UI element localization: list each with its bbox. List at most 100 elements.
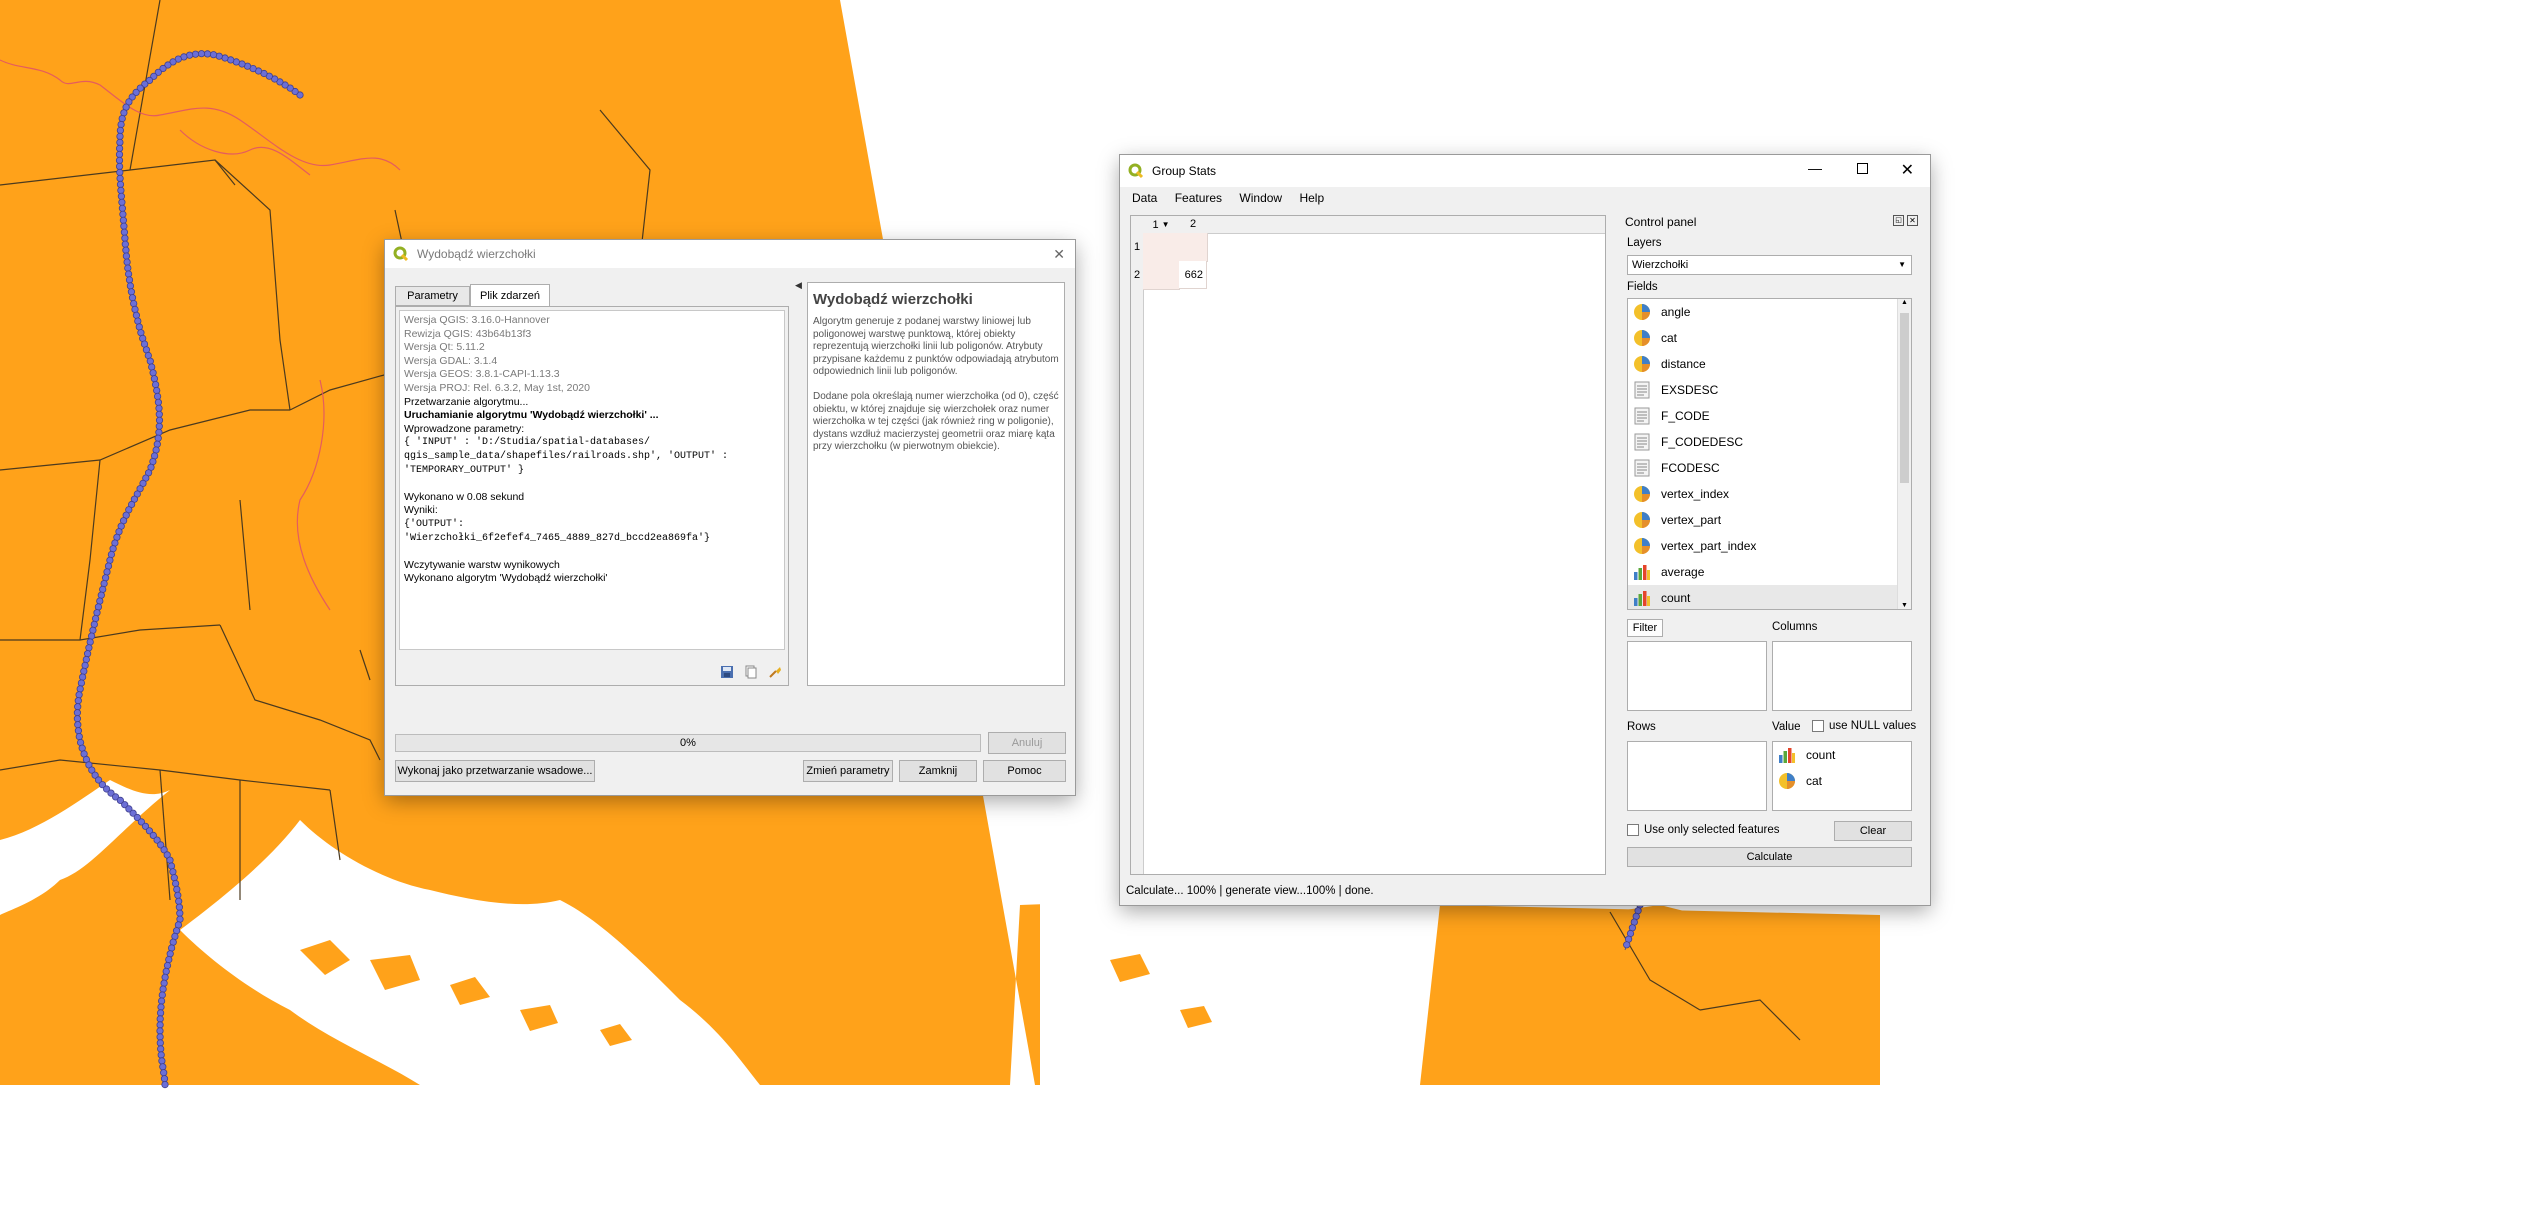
sort-down-icon[interactable]: ▼: [1162, 220, 1170, 229]
railroad-vertex: [90, 620, 98, 629]
use-null-check[interactable]: [1812, 720, 1824, 732]
clear-log-icon[interactable]: [768, 665, 782, 679]
railroad-vertex: [156, 1027, 164, 1035]
value-item[interactable]: count: [1773, 742, 1911, 768]
use-selected-label: Use only selected features: [1644, 824, 1780, 837]
field-item[interactable]: F_CODE: [1628, 403, 1897, 429]
log-line: Przetwarzanie algorytmu...: [404, 395, 529, 408]
batch-process-button[interactable]: Wykonaj jako przetwarzanie wsadowe...: [395, 760, 595, 782]
log-line: Wersja QGIS: 3.16.0-Hannover: [404, 314, 550, 326]
railroad-vertex: [156, 1021, 164, 1029]
railroad-vertex: [125, 276, 134, 284]
railroad-vertex: [152, 380, 160, 389]
cancel-button[interactable]: Anuluj: [988, 732, 1066, 754]
copy-log-icon[interactable]: [744, 665, 758, 679]
field-item[interactable]: FCODESC: [1628, 455, 1897, 481]
minimize-icon[interactable]: —: [1808, 160, 1822, 176]
table-cell[interactable]: [1143, 233, 1180, 262]
railroad-vertex: [76, 685, 84, 693]
field-item[interactable]: distance: [1628, 351, 1897, 377]
tab-plik-zdarzen[interactable]: Plik zdarzeń: [470, 284, 550, 306]
railroad-vertex: [150, 375, 158, 383]
algorithm-dialog-title: Wydobądź wierzchołki: [417, 247, 536, 261]
menu-data[interactable]: Data: [1132, 191, 1157, 205]
columns-box[interactable]: [1772, 641, 1912, 711]
log-text-area[interactable]: Wersja QGIS: 3.16.0-Hannover Rewizja QGI…: [399, 310, 785, 650]
field-item[interactable]: vertex_part: [1628, 507, 1897, 533]
close-icon[interactable]: ✕: [1053, 246, 1065, 263]
field-icon: [1631, 432, 1653, 452]
table-cell[interactable]: [1143, 261, 1180, 290]
railroad-vertex: [153, 440, 161, 448]
row-header-fill: [1131, 289, 1144, 874]
menu-bar: Data Features Window Help: [1132, 191, 1338, 209]
table-cell[interactable]: [1179, 233, 1208, 262]
railroad-vertex: [149, 369, 157, 377]
field-item[interactable]: EXSDESC: [1628, 377, 1897, 403]
log-line: Rewizja QGIS: 43b64b13f3: [404, 327, 532, 340]
menu-features[interactable]: Features: [1175, 191, 1222, 205]
railroad-vertex: [134, 317, 142, 325]
scroll-down-icon[interactable]: ▼: [1901, 602, 1908, 609]
filter-box[interactable]: [1627, 641, 1767, 711]
float-panel-icon[interactable]: ◱: [1893, 215, 1904, 226]
scroll-thumb[interactable]: [1900, 313, 1909, 483]
change-params-button[interactable]: Zmień parametry: [803, 760, 893, 782]
fields-list[interactable]: angle cat distance EXSDESC F_CODE F_CODEDESC F…: [1627, 298, 1912, 610]
table-col-header[interactable]: 2: [1179, 216, 1208, 234]
railroad-vertex: [160, 979, 168, 987]
algorithm-dialog-titlebar[interactable]: Wydobądź wierzchołki ✕: [385, 240, 1075, 268]
field-item[interactable]: average: [1628, 559, 1897, 585]
log-panel: Wersja QGIS: 3.16.0-Hannover Rewizja QGI…: [395, 306, 789, 686]
menu-help[interactable]: Help: [1299, 191, 1324, 205]
railroad-vertex: [191, 50, 200, 58]
railroad-vertex: [197, 50, 206, 58]
value-box[interactable]: count cat: [1772, 741, 1912, 811]
save-log-icon[interactable]: [720, 665, 734, 679]
log-toolbar: [720, 665, 782, 679]
use-selected-checkbox[interactable]: Use only selected features: [1627, 824, 1780, 836]
filter-button[interactable]: Filter: [1627, 619, 1663, 637]
railroad-vertex: [74, 697, 82, 705]
railroad-vertex: [89, 626, 97, 634]
close-window-icon[interactable]: ✕: [1901, 160, 1914, 180]
table-cell[interactable]: 662: [1179, 261, 1207, 289]
log-line: Wykonano algorytm 'Wydobądź wierzchołki': [404, 572, 608, 585]
collapse-help-icon[interactable]: ◀: [795, 280, 802, 291]
group-stats-titlebar[interactable]: Group Stats — ✕: [1120, 155, 1930, 187]
tab-parametry[interactable]: Parametry: [395, 286, 470, 306]
field-item[interactable]: vertex_part_index: [1628, 533, 1897, 559]
railroad-vertex: [161, 973, 169, 981]
field-item[interactable]: F_CODEDESC: [1628, 429, 1897, 455]
layer-select[interactable]: Wierzchołki ▼: [1627, 255, 1912, 275]
table-col-header[interactable]: 1 ▼: [1143, 216, 1180, 234]
value-item[interactable]: cat: [1773, 768, 1911, 794]
menu-window[interactable]: Window: [1239, 191, 1282, 205]
text-field-icon: [1634, 459, 1650, 477]
rows-box[interactable]: [1627, 741, 1767, 811]
use-null-checkbox[interactable]: use NULL values: [1812, 720, 1916, 732]
field-item[interactable]: angle: [1628, 299, 1897, 325]
result-table[interactable]: 1 ▼ 2 1 2 662: [1130, 215, 1606, 875]
field-item[interactable]: cat: [1628, 325, 1897, 351]
close-panel-icon[interactable]: ✕: [1907, 215, 1918, 226]
scroll-up-icon[interactable]: ▲: [1901, 299, 1908, 306]
field-name: cat: [1661, 331, 1678, 345]
clear-button[interactable]: Clear: [1834, 821, 1912, 841]
help-button[interactable]: Pomoc: [983, 760, 1066, 782]
maximize-icon[interactable]: [1857, 163, 1868, 174]
close-button[interactable]: Zamknij: [899, 760, 977, 782]
field-item[interactable]: count: [1628, 585, 1897, 609]
help-paragraph: Algorytm generuje z podanej warstwy lini…: [813, 316, 1059, 378]
field-item[interactable]: vertex_index: [1628, 481, 1897, 507]
railroad-vertex: [156, 1039, 164, 1047]
field-name: F_CODEDESC: [1661, 435, 1744, 449]
group-stats-window: Group Stats — ✕ Data Features Window Hel…: [1120, 155, 1930, 905]
fields-scrollbar[interactable]: ▲ ▼: [1897, 299, 1911, 609]
calculate-button[interactable]: Calculate: [1627, 847, 1912, 867]
use-selected-check[interactable]: [1627, 824, 1639, 836]
railroad-vertex: [157, 1003, 165, 1011]
field-icon: [1631, 484, 1653, 504]
bar-chart-icon: [1634, 591, 1650, 606]
railroad-vertex: [167, 862, 176, 870]
